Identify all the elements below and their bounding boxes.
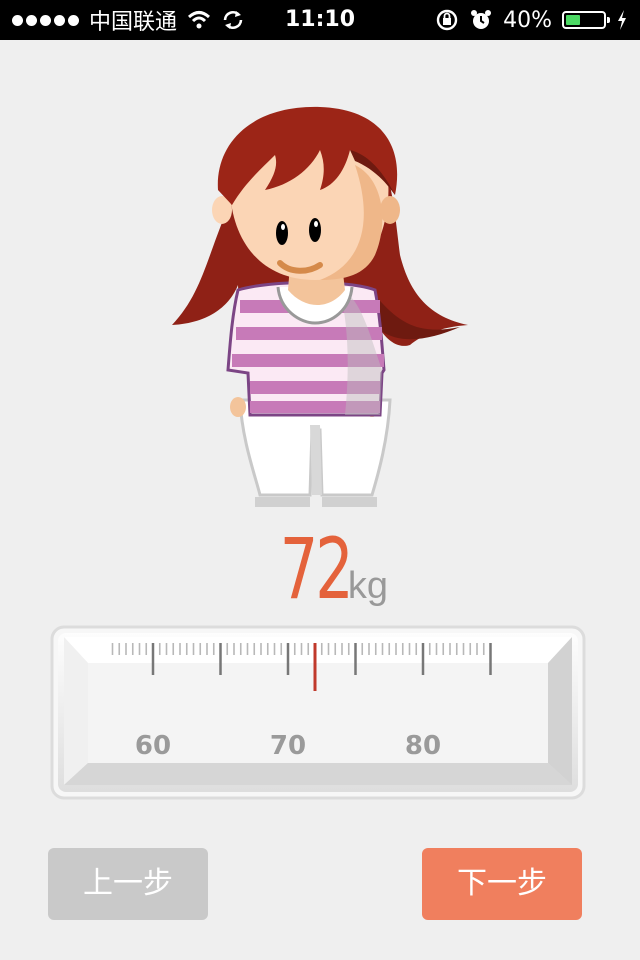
battery-percent: 40% — [503, 7, 552, 33]
weight-ruler-slider[interactable]: 60 70 80 — [50, 625, 586, 800]
next-step-button[interactable]: 下一步 — [422, 848, 582, 920]
weight-display: 72 kg — [0, 520, 640, 618]
alarm-icon — [471, 10, 492, 29]
status-bar: 中国联通 11:10 40% — [0, 0, 640, 40]
avatar-illustration — [160, 95, 480, 515]
girl-character-illustration — [172, 106, 468, 507]
ruler-label-60: 60 — [134, 731, 172, 761]
rotation-lock-icon — [436, 9, 458, 31]
charging-icon — [618, 10, 626, 30]
ruler-label-80: 80 — [404, 731, 442, 761]
ruler-frame — [50, 625, 586, 800]
prev-step-button[interactable]: 上一步 — [48, 848, 208, 920]
weight-value: 72 — [279, 520, 354, 618]
battery-icon — [562, 11, 610, 29]
status-right: 40% — [435, 0, 628, 40]
ruler-label-70: 70 — [269, 731, 307, 761]
weight-unit: kg — [347, 565, 389, 607]
